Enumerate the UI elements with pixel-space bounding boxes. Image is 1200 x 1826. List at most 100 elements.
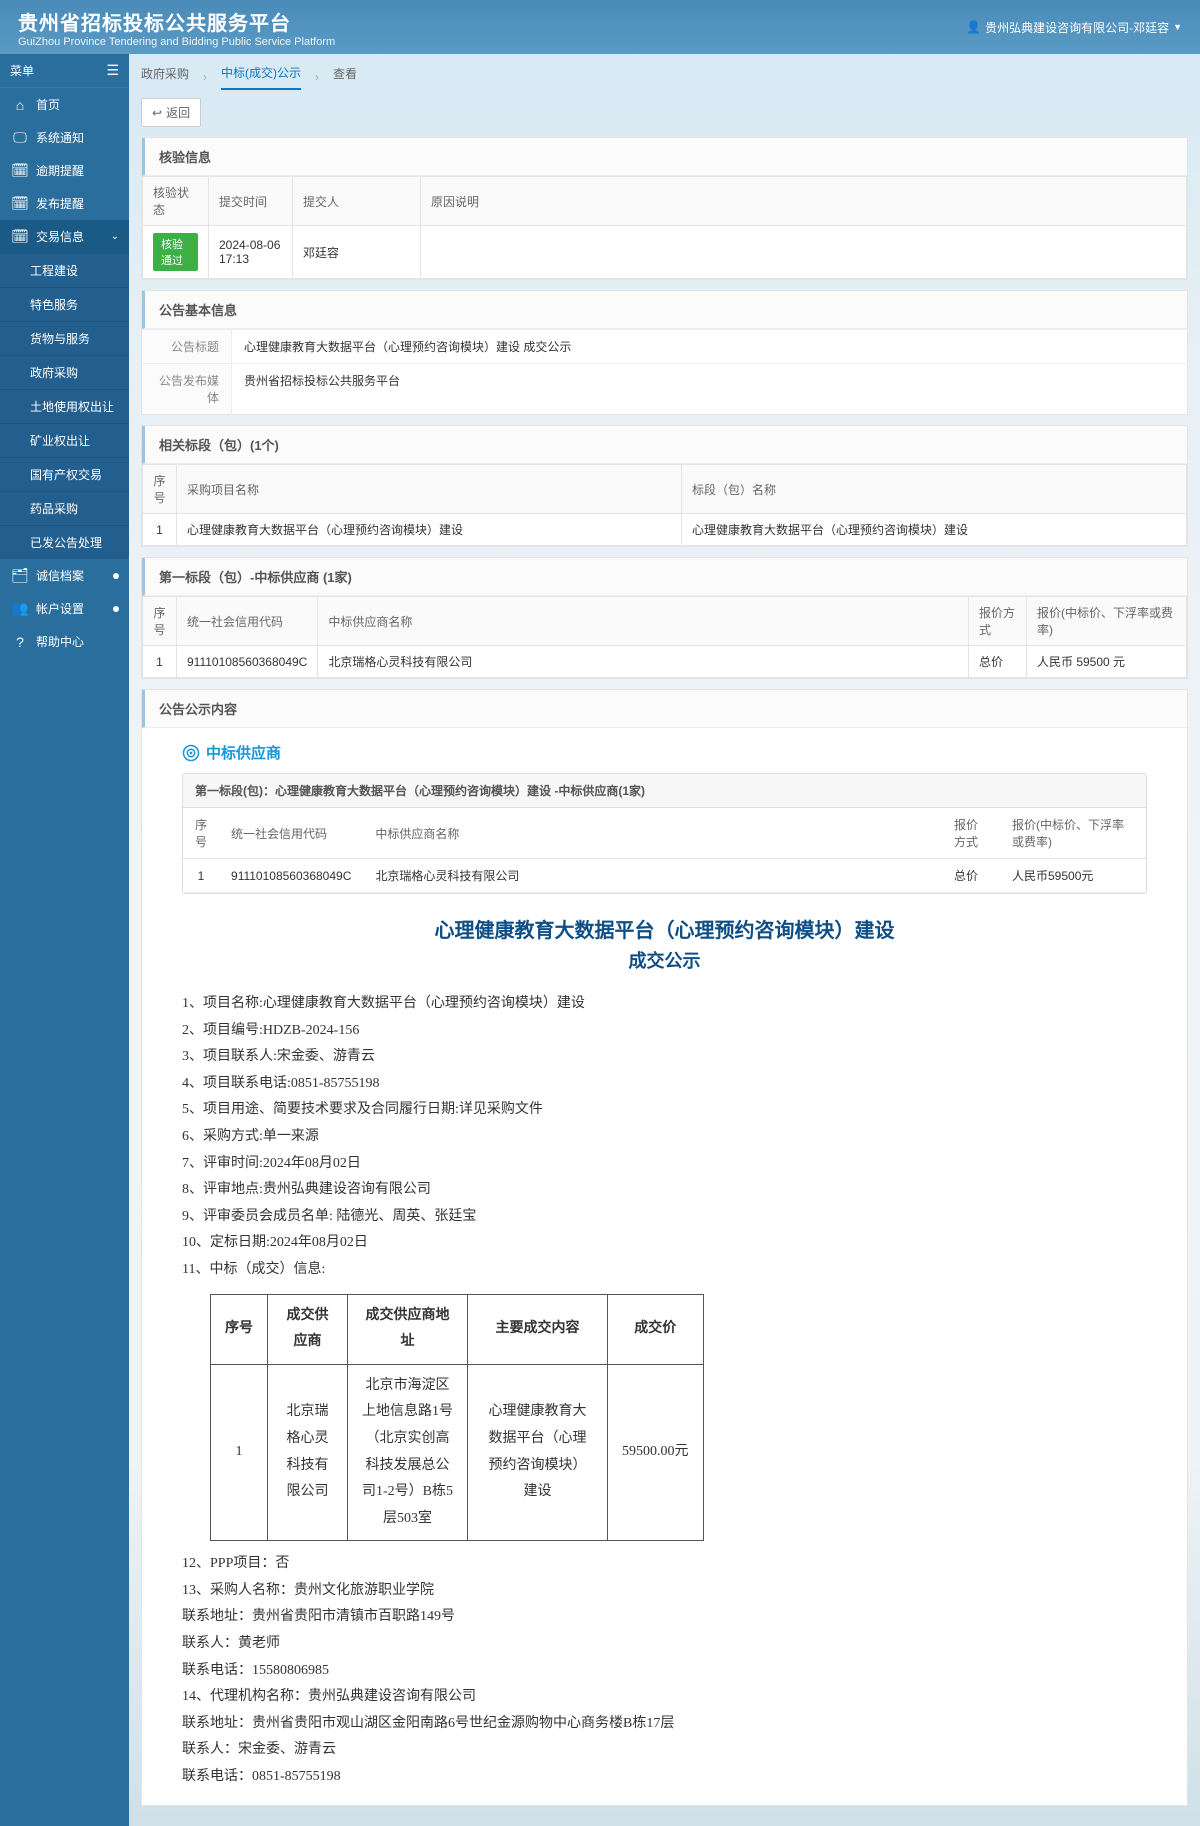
menu-icon: 🗓 <box>10 162 30 179</box>
winner-heading-label: 中标供应商 <box>206 742 281 763</box>
value-announce-title: 心理健康教育大数据平台（心理预约咨询模块）建设 成交公示 <box>232 330 1187 363</box>
sidebar-item-1[interactable]: 🖵系统通知 <box>0 121 129 154</box>
breadcrumb-a[interactable]: 政府采购 <box>141 65 189 89</box>
panel-winner: 第一标段（包）-中标供应商 (1家) 序号 统一社会信用代码 中标供应商名称 报… <box>141 557 1188 679</box>
th-pkg: 标段（包）名称 <box>682 465 1187 514</box>
doc-line: 1、项目名称:心理健康教育大数据平台（心理预约咨询模块）建设 <box>182 991 1147 1018</box>
sidebar-item-0[interactable]: ⌂ 首页 <box>0 88 129 121</box>
sidebar-subitem-2[interactable]: 货物与服务 <box>0 321 129 355</box>
cell-name: 北京瑞格心灵科技有限公司 <box>363 859 942 893</box>
breadcrumb-c[interactable]: 查看 <box>333 65 357 89</box>
th-person: 提交人 <box>293 177 421 226</box>
app-header: 贵州省招标投标公共服务平台 GuiZhou Province Tendering… <box>0 0 1200 54</box>
target-icon <box>182 744 200 762</box>
menu-icon: ? <box>10 634 30 650</box>
doc-line: 11、中标（成交）信息: <box>182 1257 1147 1284</box>
cell-price: 人民币 59500 元 <box>1027 646 1187 678</box>
user-menu[interactable]: 👤 贵州弘典建设咨询有限公司-邓廷容 ▼ <box>966 19 1182 36</box>
th-time: 提交时间 <box>209 177 293 226</box>
doc-line: 联系电话：15580806985 <box>182 1658 1147 1685</box>
doc-subtitle: 成交公示 <box>182 947 1147 973</box>
doc-line: 联系地址：贵州省贵阳市观山湖区金阳南路6号世纪金源购物中心商务楼B栋17层 <box>182 1711 1147 1738</box>
sidebar-item-label: 逾期提醒 <box>36 162 84 179</box>
sidebar-item-5[interactable]: 🗂诚信档案 <box>0 559 129 592</box>
sidebar-item-label: 首页 <box>36 96 60 113</box>
sidebar-item-label: 发布提醒 <box>36 195 84 212</box>
cell-pkg: 心理健康教育大数据平台（心理预约咨询模块）建设 <box>682 514 1187 546</box>
table-row: 1 心理健康教育大数据平台（心理预约咨询模块）建设 心理健康教育大数据平台（心理… <box>143 514 1187 546</box>
doc-body: 1、项目名称:心理健康教育大数据平台（心理预约咨询模块）建设2、项目编号:HDZ… <box>182 991 1147 1791</box>
breadcrumb: 政府采购 › 中标(成交)公示 › 查看 <box>141 64 1188 90</box>
doc-line: 联系人：黄老师 <box>182 1631 1147 1658</box>
cell-time: 2024-08-06 17:13 <box>209 226 293 279</box>
cell-person: 邓廷容 <box>293 226 421 279</box>
cell-price: 59500.00元 <box>608 1364 704 1541</box>
cell-name: 北京瑞格心灵科技有限公司 <box>318 646 969 678</box>
inner-winner-table: 序号 统一社会信用代码 中标供应商名称 报价方式 报价(中标价、下浮率或费率) … <box>183 808 1146 893</box>
inner-winner-box: 第一标段(包)：心理健康教育大数据平台（心理预约咨询模块）建设 -中标供应商(1… <box>182 773 1147 894</box>
breadcrumb-b[interactable]: 中标(成交)公示 <box>221 64 301 90</box>
cell-method: 总价 <box>969 646 1027 678</box>
user-icon: 👤 <box>966 20 981 34</box>
th-seq: 序号 <box>143 465 177 514</box>
cell-code: 91110108560368049C <box>219 859 363 893</box>
menu-icon: ⌂ <box>10 97 30 113</box>
menu-icon: 🗓 <box>10 228 30 245</box>
sidebar-subitem-3[interactable]: 政府采购 <box>0 355 129 389</box>
cell-supplier: 北京瑞格心灵科技有限公司 <box>268 1364 348 1541</box>
th-price: 成交价 <box>608 1294 704 1364</box>
back-button[interactable]: ↩ 返回 <box>141 98 201 127</box>
panel-content-title: 公告公示内容 <box>142 690 1187 728</box>
sidebar-subitem-7[interactable]: 药品采购 <box>0 491 129 525</box>
winner-heading: 中标供应商 <box>182 742 1147 763</box>
th-price: 报价(中标价、下浮率或费率) <box>1027 597 1187 646</box>
th-status: 核验状态 <box>143 177 209 226</box>
th-method: 报价方式 <box>942 808 1000 859</box>
user-name: 贵州弘典建设咨询有限公司-邓廷容 <box>985 19 1169 36</box>
value-media: 贵州省招标投标公共服务平台 <box>232 364 1187 414</box>
sidebar-subitem-1[interactable]: 特色服务 <box>0 287 129 321</box>
panel-check-title: 核验信息 <box>142 138 1187 176</box>
th-addr: 成交供应商地址 <box>348 1294 468 1364</box>
sidebar: 菜单 ☰ ⌂ 首页 🖵系统通知 🗓 逾期提醒 🗓 发布提醒 🗓交易信息⌄工程建设特色服务货物与… <box>0 54 129 1826</box>
reply-icon: ↩ <box>152 106 162 120</box>
cell-price: 人民币59500元 <box>1000 859 1146 893</box>
doc-line: 10、定标日期:2024年08月02日 <box>182 1230 1147 1257</box>
sidebar-item-3[interactable]: 🗓 发布提醒 <box>0 187 129 220</box>
check-table: 核验状态 提交时间 提交人 原因说明 核验通过 2024-08-06 17:13… <box>142 176 1187 279</box>
sidebar-subitem-6[interactable]: 国有产权交易 <box>0 457 129 491</box>
sidebar-header: 菜单 ☰ <box>0 54 129 88</box>
doc-line: 联系地址：贵州省贵阳市清镇市百职路149号 <box>182 1604 1147 1631</box>
status-badge: 核验通过 <box>153 233 198 271</box>
cell-content: 心理健康教育大数据平台（心理预约咨询模块）建设 <box>468 1364 608 1541</box>
table-row: 核验通过 2024-08-06 17:13 邓廷容 <box>143 226 1187 279</box>
sidebar-item-2[interactable]: 🗓 逾期提醒 <box>0 154 129 187</box>
sidebar-title: 菜单 <box>10 62 34 79</box>
chevron-down-icon: ⌄ <box>111 231 119 242</box>
doc-line: 2、项目编号:HDZB-2024-156 <box>182 1018 1147 1045</box>
label-media: 公告发布媒体 <box>142 364 232 414</box>
menu-icon: 🗓 <box>10 195 30 212</box>
table-row: 1 91110108560368049C 北京瑞格心灵科技有限公司 总价 人民币… <box>183 859 1146 893</box>
menu-icon: 🗂 <box>10 567 30 584</box>
cell-seq: 1 <box>143 514 177 546</box>
sidebar-subitem-5[interactable]: 矿业权出让 <box>0 423 129 457</box>
sidebar-item-6[interactable]: 👥帐户设置 <box>0 592 129 625</box>
back-button-label: 返回 <box>166 104 190 121</box>
doc-line: 联系电话：0851-85755198 <box>182 1764 1147 1791</box>
th-supplier: 成交供应商 <box>268 1294 348 1364</box>
sidebar-subitem-4[interactable]: 土地使用权出让 <box>0 389 129 423</box>
inner-box-header: 第一标段(包)：心理健康教育大数据平台（心理预约咨询模块）建设 -中标供应商(1… <box>183 774 1146 808</box>
main-content: 政府采购 › 中标(成交)公示 › 查看 ↩ 返回 核验信息 核验状态 提交时间… <box>129 54 1200 1826</box>
label-announce-title: 公告标题 <box>142 330 232 363</box>
indicator-dot <box>113 606 119 612</box>
sidebar-item-4[interactable]: 🗓交易信息⌄ <box>0 220 129 253</box>
sidebar-item-7[interactable]: ?帮助中心 <box>0 625 129 658</box>
sidebar-subitem-8[interactable]: 已发公告处理 <box>0 525 129 559</box>
chevron-right-icon: › <box>203 70 207 84</box>
panel-basic-title: 公告基本信息 <box>142 291 1187 329</box>
panel-winner-title: 第一标段（包）-中标供应商 (1家) <box>142 558 1187 596</box>
panel-bidsection: 相关标段（包）(1个) 序号 采购项目名称 标段（包）名称 1 心理健康教育大数… <box>141 425 1188 547</box>
collapse-icon[interactable]: ☰ <box>106 62 119 79</box>
sidebar-subitem-0[interactable]: 工程建设 <box>0 253 129 287</box>
